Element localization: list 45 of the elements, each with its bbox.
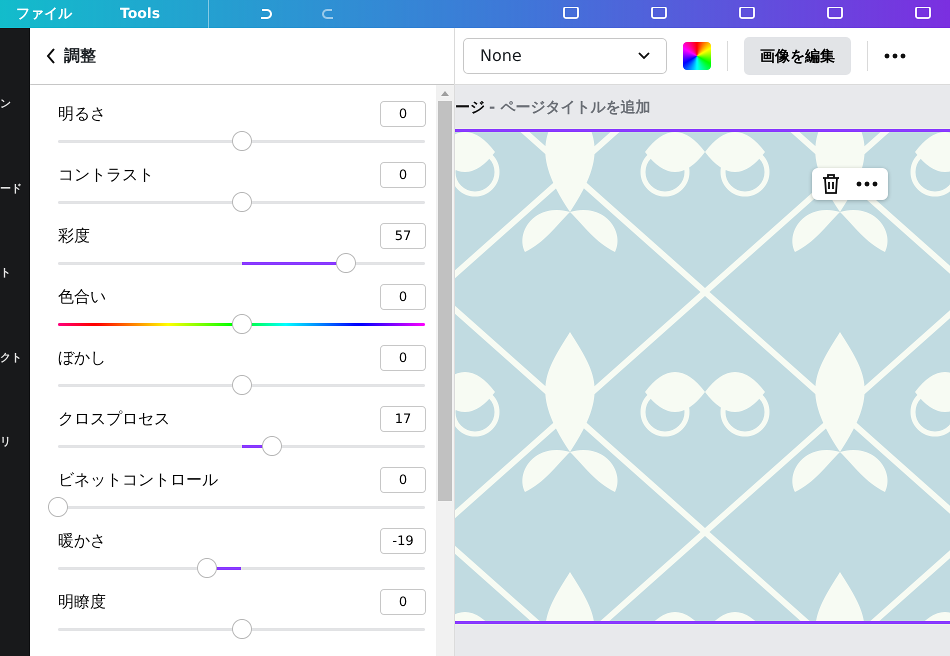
slider-thumb[interactable] (262, 436, 282, 456)
slider-thumb[interactable] (232, 375, 252, 395)
slider-label: 暖かさ (58, 530, 106, 552)
slider-thumb[interactable] (232, 131, 252, 151)
value-field[interactable]: 17 (380, 406, 426, 432)
value-field[interactable]: 0 (380, 467, 426, 493)
more-icon[interactable] (884, 53, 906, 59)
rail-label[interactable]: ト (0, 265, 30, 282)
trash-icon[interactable] (822, 174, 840, 194)
slider-thumb[interactable] (232, 314, 252, 334)
slider-label: 彩度 (58, 225, 90, 247)
rail-label[interactable]: クト (0, 350, 30, 366)
slider-label: 色合い (58, 286, 106, 308)
slider-label: 明瞭度 (58, 591, 106, 613)
rail-label[interactable]: リ (0, 434, 30, 450)
slider-label: ぼかし (58, 347, 106, 369)
page-title-field[interactable]: - ページタイトルを追加 (489, 96, 650, 118)
value-field[interactable]: 0 (380, 284, 426, 310)
slider-thumb[interactable] (232, 192, 252, 212)
slider-label: コントラスト (58, 164, 154, 186)
scrollbar[interactable] (436, 85, 454, 656)
color-swatch[interactable] (683, 42, 711, 70)
slider-thumb[interactable] (48, 497, 68, 517)
slider-label: 明るさ (58, 103, 106, 125)
value-field[interactable]: 57 (380, 223, 426, 249)
value-field[interactable]: 0 (380, 589, 426, 615)
rail-label[interactable]: ン (0, 96, 30, 112)
scroll-up-icon[interactable] (440, 89, 450, 97)
slider-thumb[interactable] (197, 558, 217, 578)
value-field[interactable]: -19 (380, 528, 426, 554)
edit-image-button[interactable]: 画像を編集 (744, 37, 851, 75)
slider-thumb[interactable] (336, 253, 356, 273)
panel-title: 調整 (64, 45, 96, 67)
slider-label: ビネットコントロール (58, 469, 218, 491)
back-icon[interactable] (46, 48, 56, 64)
rail-label[interactable]: ード (0, 180, 30, 197)
font-select[interactable]: None (463, 38, 667, 74)
slider-label: クロスプロセス (58, 408, 170, 430)
value-field[interactable]: 0 (380, 162, 426, 188)
page-label: ージ (455, 96, 485, 118)
more-icon[interactable] (856, 181, 878, 187)
chevron-down-icon (638, 52, 650, 60)
slider-thumb[interactable] (232, 619, 252, 639)
value-field[interactable]: 0 (380, 345, 426, 371)
value-field[interactable]: 0 (380, 101, 426, 127)
